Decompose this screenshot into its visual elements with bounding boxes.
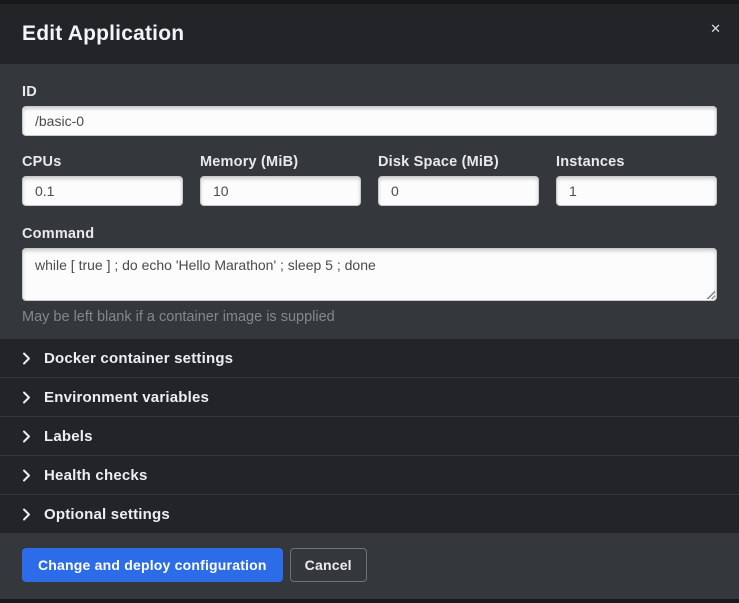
edit-application-modal: Edit Application ✕ ID CPUs Memory (MiB) … xyxy=(0,4,739,599)
section-environment-variables[interactable]: Environment variables xyxy=(0,377,739,416)
cpus-field-group: CPUs xyxy=(22,154,183,206)
cpus-label: CPUs xyxy=(22,154,183,170)
section-optional-settings[interactable]: Optional settings xyxy=(0,494,739,533)
section-label: Health checks xyxy=(44,467,147,484)
disk-space-field-group: Disk Space (MiB) xyxy=(378,154,539,206)
section-label: Docker container settings xyxy=(44,350,233,367)
disk-space-label: Disk Space (MiB) xyxy=(378,154,539,170)
close-icon[interactable]: ✕ xyxy=(706,18,725,39)
command-field-group: Command while [ true ] ; do echo 'Hello … xyxy=(22,226,717,325)
instances-field-group: Instances xyxy=(556,154,717,206)
chevron-right-icon xyxy=(22,430,31,443)
memory-label: Memory (MiB) xyxy=(200,154,361,170)
cpus-input[interactable] xyxy=(22,176,183,206)
modal-title: Edit Application xyxy=(22,22,184,46)
resources-row: CPUs Memory (MiB) Disk Space (MiB) Insta… xyxy=(22,154,717,206)
command-textarea-wrap: while [ true ] ; do echo 'Hello Marathon… xyxy=(22,248,717,301)
command-label: Command xyxy=(22,226,717,242)
id-field-group: ID xyxy=(22,84,717,136)
change-and-deploy-button[interactable]: Change and deploy configuration xyxy=(22,548,283,582)
memory-input[interactable] xyxy=(200,176,361,206)
section-docker-container-settings[interactable]: Docker container settings xyxy=(0,339,739,377)
memory-field-group: Memory (MiB) xyxy=(200,154,361,206)
id-label: ID xyxy=(22,84,717,100)
cancel-button[interactable]: Cancel xyxy=(290,548,367,582)
chevron-right-icon xyxy=(22,469,31,482)
section-label: Optional settings xyxy=(44,506,170,523)
chevron-right-icon xyxy=(22,508,31,521)
chevron-right-icon xyxy=(22,352,31,365)
instances-label: Instances xyxy=(556,154,717,170)
id-input[interactable] xyxy=(22,106,717,136)
section-labels[interactable]: Labels xyxy=(0,416,739,455)
command-help-text: May be left blank if a container image i… xyxy=(22,309,717,325)
collapsible-sections: Docker container settings Environment va… xyxy=(0,339,739,533)
chevron-right-icon xyxy=(22,391,31,404)
section-label: Environment variables xyxy=(44,389,209,406)
command-textarea[interactable]: while [ true ] ; do echo 'Hello Marathon… xyxy=(22,248,717,301)
form-area: ID CPUs Memory (MiB) Disk Space (MiB) In… xyxy=(0,64,739,339)
section-health-checks[interactable]: Health checks xyxy=(0,455,739,494)
modal-header: Edit Application ✕ xyxy=(0,4,739,64)
disk-space-input[interactable] xyxy=(378,176,539,206)
modal-footer: Change and deploy configuration Cancel xyxy=(0,533,739,599)
instances-input[interactable] xyxy=(556,176,717,206)
section-label: Labels xyxy=(44,428,93,445)
